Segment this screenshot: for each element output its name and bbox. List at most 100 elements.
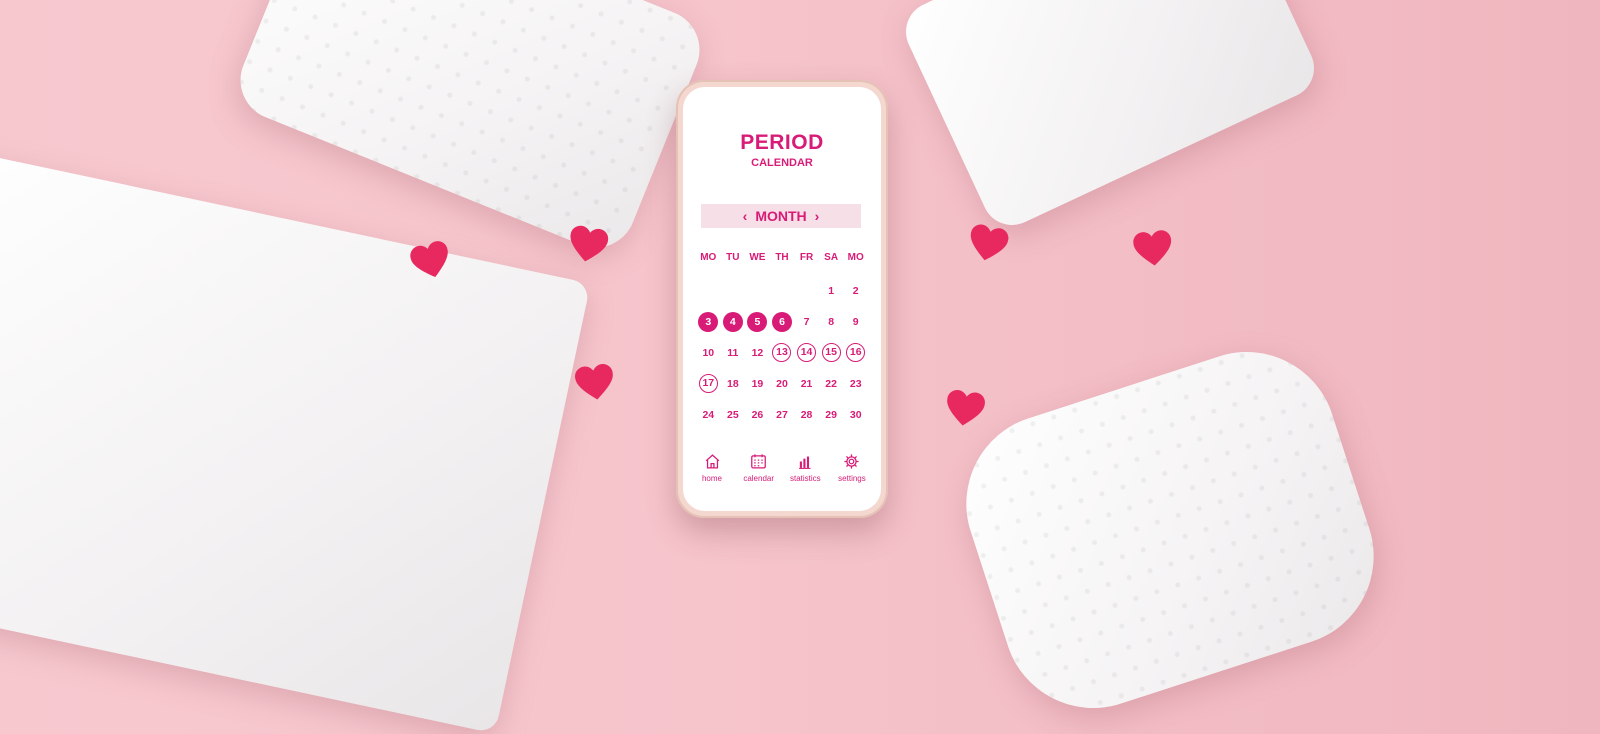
- nav-calendar[interactable]: calendar: [738, 453, 780, 483]
- calendar-day-number: [797, 281, 817, 301]
- calendar-day-number: 13: [772, 343, 792, 362]
- calendar-day-number: 25: [727, 408, 739, 421]
- calendar-empty-cell: [745, 275, 770, 306]
- calendar-grid: 1 2 3 4 5 6 7 8 9 10 11 12 13 14 15 16 17 18 19 20 21 22 23 24 2…: [696, 275, 868, 430]
- calendar-day-number: 5: [747, 311, 768, 332]
- calendar-day[interactable]: 30: [843, 399, 868, 430]
- calendar-day-number: 11: [727, 346, 739, 359]
- nav-statistics-label: statistics: [789, 474, 821, 483]
- bar-chart-icon: [798, 456, 811, 469]
- sanitary-pad-top-left: [228, 0, 712, 260]
- calendar-day[interactable]: 16: [843, 337, 868, 368]
- nav-settings[interactable]: settings: [831, 453, 873, 483]
- calendar-day-number: 30: [849, 408, 862, 421]
- heart-icon: [566, 223, 610, 267]
- calendar-day-number: 4: [722, 311, 743, 332]
- calendar-day[interactable]: 12: [745, 337, 770, 368]
- calendar-empty-cell: [794, 275, 819, 306]
- calendar-empty-cell: [770, 275, 795, 306]
- home-icon: [705, 454, 719, 469]
- weekday-label: TH: [775, 252, 789, 263]
- month-selector: ‹ MONTH ›: [701, 204, 861, 228]
- calendar-day-number: 26: [751, 408, 764, 421]
- chevron-right-icon[interactable]: ›: [815, 208, 820, 224]
- calendar-day-number: 12: [751, 346, 764, 359]
- calendar-day[interactable]: 17: [696, 368, 721, 399]
- calendar-day-number: 19: [751, 377, 764, 390]
- calendar-day[interactable]: 10: [696, 337, 721, 368]
- calendar-day[interactable]: 5: [745, 306, 770, 337]
- calendar-day-number: 14: [797, 343, 817, 362]
- calendar-day-number: 20: [776, 377, 788, 390]
- calendar-day[interactable]: 2: [843, 275, 868, 306]
- weekday-label: MO: [847, 252, 864, 263]
- weekday-label: MO: [700, 252, 717, 263]
- calendar-day-number: 24: [702, 408, 715, 421]
- calendar-day[interactable]: 3: [696, 306, 721, 337]
- calendar-day[interactable]: 18: [721, 368, 746, 399]
- heart-icon: [1132, 228, 1174, 270]
- sanitary-pad-wrapped-left: [0, 146, 591, 734]
- sanitary-pad-bottom-right: [942, 328, 1398, 732]
- calendar-day-number: [723, 281, 743, 301]
- calendar-day[interactable]: 27: [770, 399, 795, 430]
- calendar-day[interactable]: 15: [819, 337, 844, 368]
- calendar-day[interactable]: 6: [770, 306, 795, 337]
- calendar-day-number: 8: [828, 315, 835, 328]
- heart-icon: [965, 221, 1010, 266]
- chevron-left-icon[interactable]: ‹: [743, 208, 748, 224]
- calendar-day-number: 1: [828, 284, 835, 297]
- calendar-day-number: 2: [852, 284, 859, 297]
- nav-home[interactable]: home: [691, 453, 733, 483]
- calendar-day[interactable]: 20: [770, 368, 795, 399]
- calendar-day[interactable]: 8: [819, 306, 844, 337]
- calendar-day-number: 17: [698, 374, 718, 393]
- calendar-day-number: 23: [849, 377, 862, 390]
- calendar-day[interactable]: 22: [819, 368, 844, 399]
- calendar-day[interactable]: 14: [794, 337, 819, 368]
- calendar-day[interactable]: 24: [696, 399, 721, 430]
- calendar-day-number: 29: [825, 408, 837, 421]
- calendar-day[interactable]: 25: [721, 399, 746, 430]
- heart-icon: [574, 362, 617, 405]
- app-title: PERIOD: [740, 131, 824, 154]
- calendar-day-number: 21: [800, 377, 813, 390]
- gear-icon: [844, 454, 860, 469]
- calendar-day[interactable]: 29: [819, 399, 844, 430]
- calendar-day[interactable]: 28: [794, 399, 819, 430]
- calendar-empty-cell: [696, 275, 721, 306]
- calendar-day-number: 7: [803, 315, 810, 328]
- calendar-day-number: 28: [800, 408, 813, 421]
- calendar-day[interactable]: 26: [745, 399, 770, 430]
- calendar-day-number: 16: [846, 343, 866, 362]
- heart-icon: [944, 388, 987, 431]
- calendar-day-number: 27: [776, 408, 788, 421]
- calendar-day-number: [747, 281, 767, 301]
- weekday-label: FR: [799, 252, 814, 263]
- calendar-day[interactable]: 19: [745, 368, 770, 399]
- smartphone: PERIOD CALENDAR ‹ MONTH › MO TU WE TH FR SA MO…: [676, 80, 888, 518]
- weekday-label: SA: [824, 252, 839, 263]
- calendar-day[interactable]: 23: [843, 368, 868, 399]
- calendar-empty-cell: [721, 275, 746, 306]
- month-label: MONTH: [755, 208, 807, 224]
- calendar-day[interactable]: 7: [794, 306, 819, 337]
- calendar-day[interactable]: 21: [794, 368, 819, 399]
- nav-home-label: home: [701, 474, 722, 483]
- calendar-day[interactable]: 4: [721, 306, 746, 337]
- calendar-day[interactable]: 9: [843, 306, 868, 337]
- calendar-day-number: 10: [702, 346, 715, 359]
- calendar-day-number: [698, 281, 718, 301]
- calendar-day[interactable]: 1: [819, 275, 844, 306]
- nav-calendar-label: calendar: [743, 474, 774, 483]
- calendar-day-number: 3: [698, 311, 719, 332]
- calendar-day[interactable]: 11: [721, 337, 746, 368]
- app-subtitle: CALENDAR: [751, 157, 813, 169]
- calendar-day[interactable]: 13: [770, 337, 795, 368]
- nav-statistics[interactable]: statistics: [784, 453, 826, 483]
- weekday-label: WE: [749, 252, 766, 263]
- sanitary-pad-top-right: [896, 0, 1324, 235]
- calendar-day-number: 22: [825, 377, 837, 390]
- phone-screen: PERIOD CALENDAR ‹ MONTH › MO TU WE TH FR SA MO…: [683, 87, 881, 511]
- bottom-nav: home calendar statistics settings: [691, 453, 873, 483]
